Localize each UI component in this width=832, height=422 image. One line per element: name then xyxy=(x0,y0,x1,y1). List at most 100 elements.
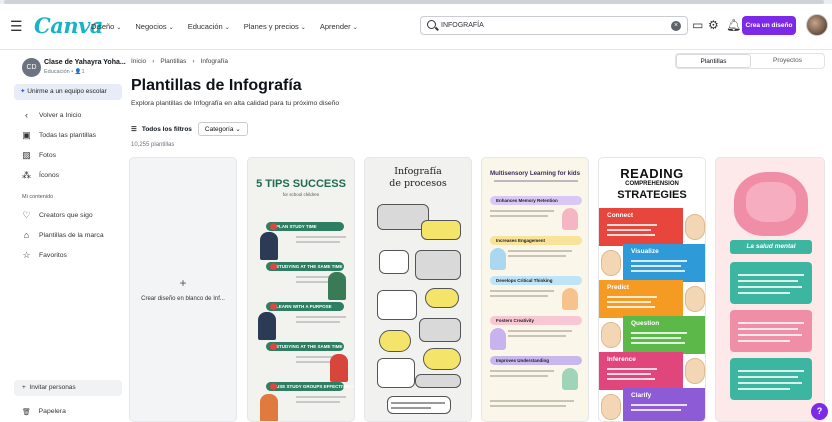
strategy-block: Clarify xyxy=(623,388,705,421)
team-name: Clase de Yahayra Yoha... xyxy=(44,59,126,66)
all-filters-button[interactable]: ☰ Todos los filtros xyxy=(131,125,192,134)
view-toggle: Plantillas Proyectos xyxy=(675,53,825,69)
nav-diseno[interactable]: Diseño ⌄ xyxy=(91,22,121,31)
clear-search-icon[interactable]: × xyxy=(671,21,681,31)
info-panel xyxy=(730,358,812,400)
sidebar-item-creators[interactable]: ♡ Creators que sigo xyxy=(22,208,93,222)
text-line xyxy=(607,229,651,231)
process-box xyxy=(415,250,461,280)
benefit-band: Develops Critical Thinking xyxy=(490,276,582,285)
join-team-button[interactable]: ✦ Unirme a un equipo escolar xyxy=(14,84,122,100)
kid-illustration xyxy=(562,368,578,390)
text-line xyxy=(296,236,346,238)
text-line xyxy=(508,330,572,332)
scrollbar-thumb[interactable] xyxy=(4,0,824,4)
monitor-icon[interactable]: ▭ xyxy=(692,18,703,32)
sidebar-item-photos[interactable]: ▨ Fotos xyxy=(22,148,56,162)
text-line xyxy=(508,335,566,337)
process-box xyxy=(421,220,461,240)
help-button[interactable]: ? xyxy=(811,403,828,420)
process-box xyxy=(377,358,415,388)
sidebar-item-label: Creators que sigo xyxy=(39,211,93,219)
star-icon: ☆ xyxy=(22,249,31,260)
template-title-line3: STRATEGIES xyxy=(617,189,687,201)
process-box xyxy=(387,396,451,414)
process-box xyxy=(415,374,461,388)
benefit-band: Enhances Memory Retention xyxy=(490,196,582,205)
sidebar-item-trash[interactable]: 🗑︎ Papelera xyxy=(22,408,66,416)
team-switcher[interactable]: CD Clase de Yahayra Yoha... Educación • … xyxy=(16,56,126,78)
search-input[interactable]: INFOGRAFÍA × xyxy=(420,16,688,35)
template-subtitle: for school children xyxy=(282,192,320,197)
process-box xyxy=(379,330,411,352)
template-card-reading-strategies[interactable]: READING COMPREHENSION STRATEGIES Connect… xyxy=(598,157,706,422)
shapes-icon: ⁂ xyxy=(22,169,31,180)
bell-icon[interactable]: 🔔︎ xyxy=(726,18,741,32)
search-icon xyxy=(427,20,436,29)
info-panel xyxy=(730,310,812,352)
text-line xyxy=(508,255,566,257)
sidebar-item-favorites[interactable]: ☆ Favoritos xyxy=(22,248,67,262)
template-card-process-infographic[interactable]: Infografía de procesos xyxy=(364,157,472,422)
template-card-mental-health[interactable]: La salud mental xyxy=(715,157,825,422)
text-line xyxy=(490,210,554,212)
template-card-multisensory-learning[interactable]: Multisensory Learning for kids Enhances … xyxy=(481,157,589,422)
template-card-tips-success[interactable]: 5 TIPS SUCCESS for school children PLAN … xyxy=(247,157,355,422)
tab-projects[interactable]: Proyectos xyxy=(751,54,824,68)
photo-icon: ▨ xyxy=(22,149,31,160)
chevron-down-icon: ⌄ xyxy=(168,25,174,31)
sidebar-item-brand-templates[interactable]: ⌂ Plantillas de la marca xyxy=(22,228,104,242)
sidebar-item-label: Favoritos xyxy=(39,251,67,259)
tip-label: PLAN STUDY TIME xyxy=(266,222,344,231)
create-design-button[interactable]: Crea un diseño xyxy=(742,16,796,35)
number-badge xyxy=(270,303,277,310)
create-blank-label: Crear diseño en blanco de Inf... xyxy=(141,296,225,302)
team-subtitle: Educación • 👤1 xyxy=(44,69,85,75)
text-line xyxy=(296,396,346,398)
text-line xyxy=(296,401,340,403)
text-line xyxy=(296,316,346,318)
plus-icon: + xyxy=(179,276,187,290)
sidebar-item-back-home[interactable]: ‹ Volver a Inicio xyxy=(22,108,81,122)
invite-people-button[interactable]: + Invitar personas xyxy=(14,380,122,396)
templates-icon: ▣ xyxy=(22,129,31,140)
student-illustration xyxy=(330,354,348,382)
sidebar-item-templates[interactable]: ▣ Todas las plantillas xyxy=(22,128,96,142)
kid-illustration xyxy=(685,286,705,312)
student-illustration xyxy=(260,232,278,260)
tab-templates[interactable]: Plantillas xyxy=(676,54,751,68)
nav-educacion[interactable]: Educación ⌄ xyxy=(188,22,230,31)
template-title: La salud mental xyxy=(730,240,812,254)
chevron-down-icon: ⌄ xyxy=(116,25,122,31)
template-title: Infografía xyxy=(394,166,442,177)
template-title: READING xyxy=(620,166,684,181)
gear-icon[interactable]: ⚙ xyxy=(708,18,719,32)
category-dropdown[interactable]: Categoría ⌄ xyxy=(197,122,248,136)
horizontal-scrollbar[interactable] xyxy=(0,0,832,4)
sidebar-item-label: Volver a Inicio xyxy=(39,111,82,119)
avatar[interactable] xyxy=(806,14,828,36)
nav-negocios[interactable]: Negocios ⌄ xyxy=(135,22,173,31)
strategy-label: Clarify xyxy=(631,392,652,399)
chevron-down-icon: ⌄ xyxy=(224,25,230,31)
sidebar-item-label: Todas las plantillas xyxy=(39,131,97,139)
breadcrumb-templates[interactable]: Plantillas xyxy=(160,58,186,65)
text-line xyxy=(631,342,685,344)
plus-icon: + xyxy=(22,384,28,391)
search-value: INFOGRAFÍA xyxy=(441,22,484,29)
nav-aprender[interactable]: Aprender ⌄ xyxy=(320,22,358,31)
kid-illustration xyxy=(685,358,705,384)
sidebar-item-icons[interactable]: ⁂ Íconos xyxy=(22,168,59,182)
text-line xyxy=(607,224,657,226)
template-title: Multisensory Learning for kids xyxy=(489,170,581,177)
tip-label: USE STUDY GROUPS EFFECTIVELY xyxy=(266,382,354,391)
menu-icon[interactable]: ☰ xyxy=(10,18,23,35)
number-badge xyxy=(270,223,277,230)
kid-illustration xyxy=(490,248,506,270)
chevron-right-icon: › xyxy=(152,58,155,65)
text-line xyxy=(738,370,804,372)
nav-planes[interactable]: Planes y precios ⌄ xyxy=(244,22,306,31)
chevron-down-icon: ⌄ xyxy=(300,25,306,31)
breadcrumb-home[interactable]: Inicio xyxy=(131,58,146,65)
create-blank-card[interactable]: + Crear diseño en blanco de Inf... xyxy=(129,157,237,422)
